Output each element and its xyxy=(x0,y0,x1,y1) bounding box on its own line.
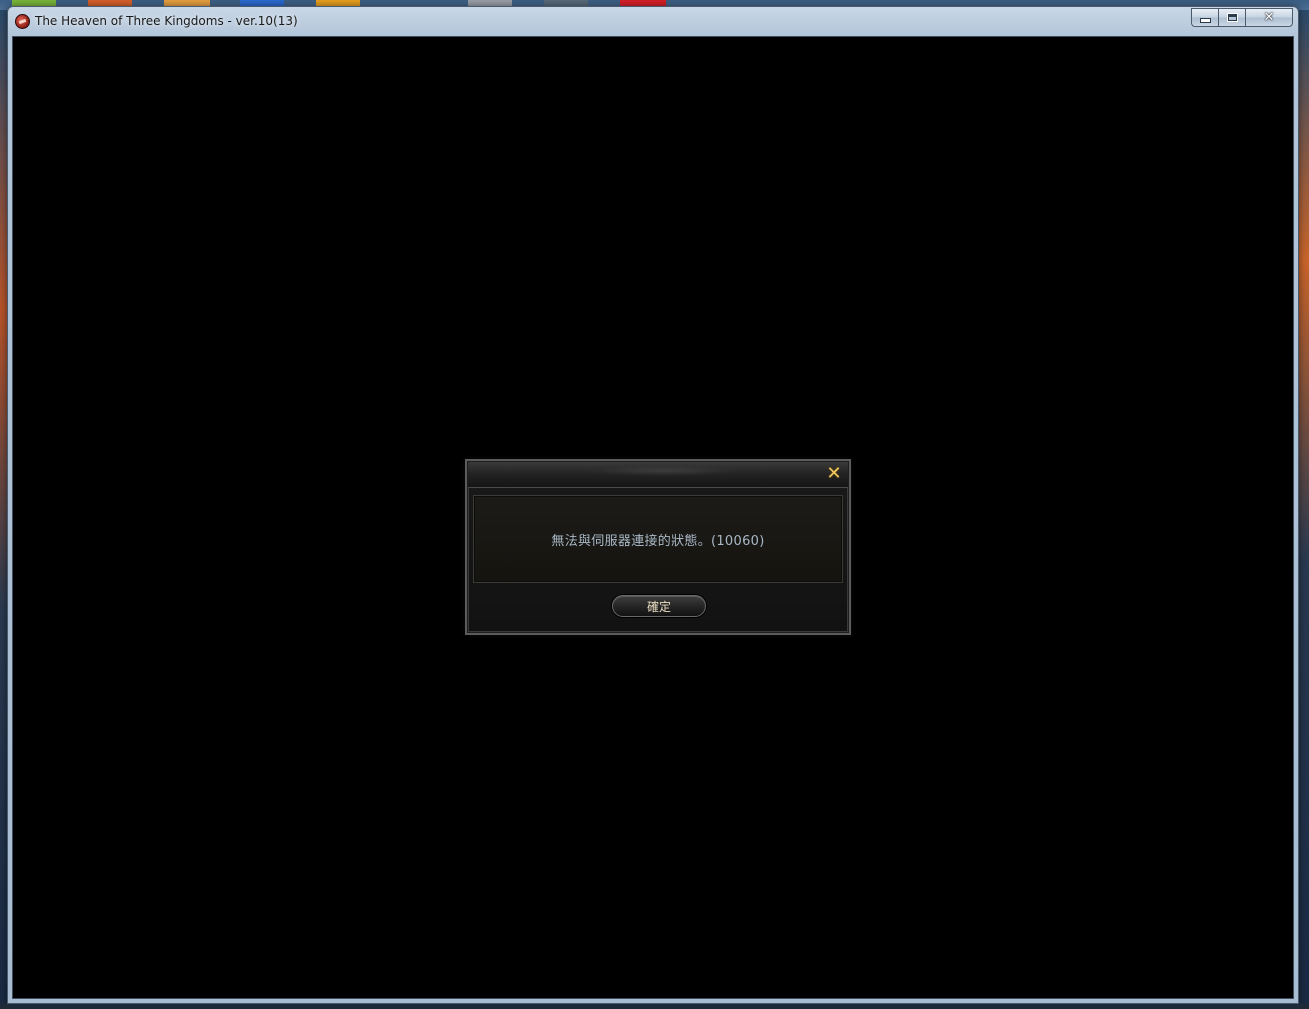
ok-button-label: 確定 xyxy=(646,599,671,614)
dialog-message: 無法與伺服器連接的狀態。(10060) xyxy=(551,533,765,549)
dialog-close-icon[interactable]: ✕ xyxy=(825,465,843,483)
maximize-button[interactable] xyxy=(1218,8,1245,27)
game-client-area: ✕ 無法與伺服器連接的狀態。(10060) 確定 xyxy=(12,36,1294,999)
game-window: The Heaven of Three Kingdoms - ver.10(13… xyxy=(7,6,1299,1004)
minimize-button[interactable] xyxy=(1191,8,1218,27)
caption-buttons: ✕ xyxy=(1191,8,1293,27)
dialog-header[interactable]: ✕ xyxy=(468,462,848,488)
window-close-button[interactable]: ✕ xyxy=(1245,8,1293,27)
close-icon: ✕ xyxy=(1263,10,1275,25)
dialog-message-panel: 無法與伺服器連接的狀態。(10060) xyxy=(473,495,843,583)
desktop-background-right xyxy=(1299,10,1309,1009)
minimize-icon xyxy=(1199,18,1211,23)
desktop-background-bottom xyxy=(0,1004,1309,1009)
window-titlebar[interactable]: The Heaven of Three Kingdoms - ver.10(13… xyxy=(8,7,1298,36)
window-title: The Heaven of Three Kingdoms - ver.10(13… xyxy=(35,14,298,28)
maximize-icon xyxy=(1226,13,1238,22)
ok-button[interactable]: 確定 xyxy=(612,595,706,617)
app-icon[interactable] xyxy=(15,14,30,29)
error-dialog: ✕ 無法與伺服器連接的狀態。(10060) 確定 xyxy=(465,459,851,635)
